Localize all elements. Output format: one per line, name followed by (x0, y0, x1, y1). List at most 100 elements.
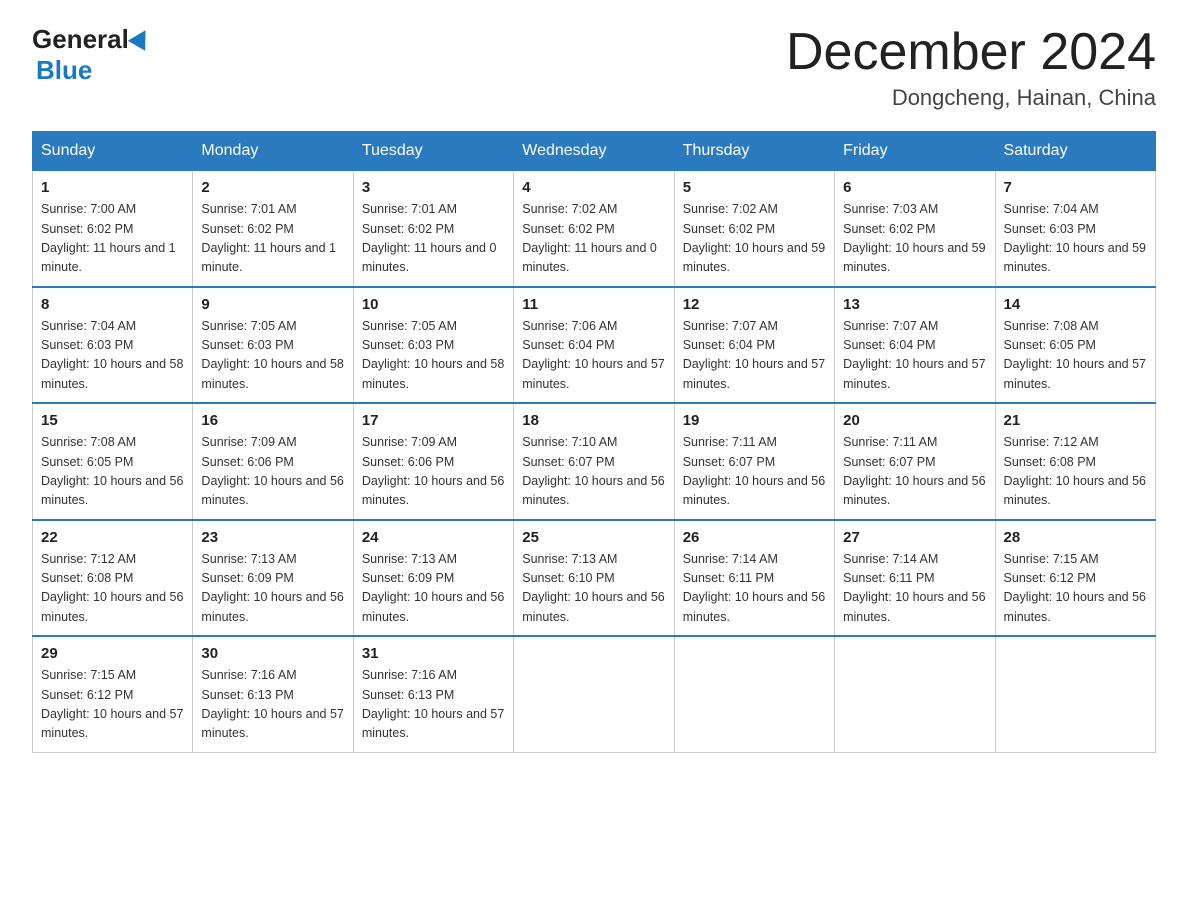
table-row: 3 Sunrise: 7:01 AM Sunset: 6:02 PM Dayli… (353, 171, 513, 287)
day-info: Sunrise: 7:13 AM Sunset: 6:09 PM Dayligh… (362, 550, 505, 628)
col-wednesday: Wednesday (514, 132, 674, 171)
day-info: Sunrise: 7:09 AM Sunset: 6:06 PM Dayligh… (201, 433, 344, 511)
table-row: 21 Sunrise: 7:12 AM Sunset: 6:08 PM Dayl… (995, 403, 1155, 520)
table-row: 12 Sunrise: 7:07 AM Sunset: 6:04 PM Dayl… (674, 287, 834, 404)
day-number: 9 (201, 296, 344, 313)
page-header: General Blue December 2024 Dongcheng, Ha… (32, 24, 1156, 111)
col-thursday: Thursday (674, 132, 834, 171)
day-number: 27 (843, 529, 986, 546)
table-row: 23 Sunrise: 7:13 AM Sunset: 6:09 PM Dayl… (193, 520, 353, 637)
table-row: 6 Sunrise: 7:03 AM Sunset: 6:02 PM Dayli… (835, 171, 995, 287)
day-number: 20 (843, 412, 986, 429)
table-row: 1 Sunrise: 7:00 AM Sunset: 6:02 PM Dayli… (33, 171, 193, 287)
table-row: 2 Sunrise: 7:01 AM Sunset: 6:02 PM Dayli… (193, 171, 353, 287)
calendar-week-row: 1 Sunrise: 7:00 AM Sunset: 6:02 PM Dayli… (33, 171, 1156, 287)
day-info: Sunrise: 7:05 AM Sunset: 6:03 PM Dayligh… (362, 317, 505, 395)
day-number: 31 (362, 645, 505, 662)
logo-blue: Blue (36, 55, 92, 85)
day-number: 3 (362, 179, 505, 196)
day-info: Sunrise: 7:16 AM Sunset: 6:13 PM Dayligh… (201, 666, 344, 744)
table-row: 30 Sunrise: 7:16 AM Sunset: 6:13 PM Dayl… (193, 636, 353, 752)
day-info: Sunrise: 7:07 AM Sunset: 6:04 PM Dayligh… (843, 317, 986, 395)
day-number: 12 (683, 296, 826, 313)
day-number: 28 (1004, 529, 1147, 546)
table-row: 16 Sunrise: 7:09 AM Sunset: 6:06 PM Dayl… (193, 403, 353, 520)
day-info: Sunrise: 7:05 AM Sunset: 6:03 PM Dayligh… (201, 317, 344, 395)
table-row: 18 Sunrise: 7:10 AM Sunset: 6:07 PM Dayl… (514, 403, 674, 520)
logo: General Blue (32, 24, 153, 86)
day-number: 1 (41, 179, 184, 196)
calendar-week-row: 8 Sunrise: 7:04 AM Sunset: 6:03 PM Dayli… (33, 287, 1156, 404)
day-info: Sunrise: 7:15 AM Sunset: 6:12 PM Dayligh… (1004, 550, 1147, 628)
table-row: 4 Sunrise: 7:02 AM Sunset: 6:02 PM Dayli… (514, 171, 674, 287)
table-row: 9 Sunrise: 7:05 AM Sunset: 6:03 PM Dayli… (193, 287, 353, 404)
location-title: Dongcheng, Hainan, China (786, 85, 1156, 111)
day-info: Sunrise: 7:09 AM Sunset: 6:06 PM Dayligh… (362, 433, 505, 511)
logo-general: General (32, 24, 129, 55)
day-number: 16 (201, 412, 344, 429)
col-saturday: Saturday (995, 132, 1155, 171)
table-row (835, 636, 995, 752)
day-number: 19 (683, 412, 826, 429)
table-row (514, 636, 674, 752)
table-row: 15 Sunrise: 7:08 AM Sunset: 6:05 PM Dayl… (33, 403, 193, 520)
calendar-week-row: 22 Sunrise: 7:12 AM Sunset: 6:08 PM Dayl… (33, 520, 1156, 637)
day-info: Sunrise: 7:13 AM Sunset: 6:09 PM Dayligh… (201, 550, 344, 628)
day-info: Sunrise: 7:08 AM Sunset: 6:05 PM Dayligh… (1004, 317, 1147, 395)
day-info: Sunrise: 7:10 AM Sunset: 6:07 PM Dayligh… (522, 433, 665, 511)
table-row: 8 Sunrise: 7:04 AM Sunset: 6:03 PM Dayli… (33, 287, 193, 404)
day-info: Sunrise: 7:11 AM Sunset: 6:07 PM Dayligh… (843, 433, 986, 511)
col-monday: Monday (193, 132, 353, 171)
day-number: 5 (683, 179, 826, 196)
table-row: 31 Sunrise: 7:16 AM Sunset: 6:13 PM Dayl… (353, 636, 513, 752)
table-row: 14 Sunrise: 7:08 AM Sunset: 6:05 PM Dayl… (995, 287, 1155, 404)
col-sunday: Sunday (33, 132, 193, 171)
day-info: Sunrise: 7:14 AM Sunset: 6:11 PM Dayligh… (683, 550, 826, 628)
table-row: 24 Sunrise: 7:13 AM Sunset: 6:09 PM Dayl… (353, 520, 513, 637)
day-number: 25 (522, 529, 665, 546)
header-row: Sunday Monday Tuesday Wednesday Thursday… (33, 132, 1156, 171)
day-number: 22 (41, 529, 184, 546)
table-row: 5 Sunrise: 7:02 AM Sunset: 6:02 PM Dayli… (674, 171, 834, 287)
day-info: Sunrise: 7:01 AM Sunset: 6:02 PM Dayligh… (362, 200, 505, 278)
table-row (995, 636, 1155, 752)
day-number: 2 (201, 179, 344, 196)
logo-triangle-icon (128, 25, 154, 51)
title-area: December 2024 Dongcheng, Hainan, China (786, 24, 1156, 111)
day-number: 7 (1004, 179, 1147, 196)
table-row: 11 Sunrise: 7:06 AM Sunset: 6:04 PM Dayl… (514, 287, 674, 404)
table-row: 28 Sunrise: 7:15 AM Sunset: 6:12 PM Dayl… (995, 520, 1155, 637)
table-row: 27 Sunrise: 7:14 AM Sunset: 6:11 PM Dayl… (835, 520, 995, 637)
day-number: 13 (843, 296, 986, 313)
day-number: 24 (362, 529, 505, 546)
day-info: Sunrise: 7:08 AM Sunset: 6:05 PM Dayligh… (41, 433, 184, 511)
day-number: 23 (201, 529, 344, 546)
table-row: 22 Sunrise: 7:12 AM Sunset: 6:08 PM Dayl… (33, 520, 193, 637)
day-info: Sunrise: 7:04 AM Sunset: 6:03 PM Dayligh… (1004, 200, 1147, 278)
day-info: Sunrise: 7:02 AM Sunset: 6:02 PM Dayligh… (522, 200, 665, 278)
day-number: 6 (843, 179, 986, 196)
day-info: Sunrise: 7:06 AM Sunset: 6:04 PM Dayligh… (522, 317, 665, 395)
day-number: 26 (683, 529, 826, 546)
day-info: Sunrise: 7:13 AM Sunset: 6:10 PM Dayligh… (522, 550, 665, 628)
day-number: 11 (522, 296, 665, 313)
day-info: Sunrise: 7:11 AM Sunset: 6:07 PM Dayligh… (683, 433, 826, 511)
table-row: 7 Sunrise: 7:04 AM Sunset: 6:03 PM Dayli… (995, 171, 1155, 287)
calendar-table: Sunday Monday Tuesday Wednesday Thursday… (32, 131, 1156, 753)
day-info: Sunrise: 7:03 AM Sunset: 6:02 PM Dayligh… (843, 200, 986, 278)
table-row: 17 Sunrise: 7:09 AM Sunset: 6:06 PM Dayl… (353, 403, 513, 520)
table-row (674, 636, 834, 752)
day-number: 29 (41, 645, 184, 662)
table-row: 13 Sunrise: 7:07 AM Sunset: 6:04 PM Dayl… (835, 287, 995, 404)
col-tuesday: Tuesday (353, 132, 513, 171)
calendar-week-row: 29 Sunrise: 7:15 AM Sunset: 6:12 PM Dayl… (33, 636, 1156, 752)
day-info: Sunrise: 7:12 AM Sunset: 6:08 PM Dayligh… (1004, 433, 1147, 511)
day-info: Sunrise: 7:07 AM Sunset: 6:04 PM Dayligh… (683, 317, 826, 395)
day-number: 21 (1004, 412, 1147, 429)
day-number: 18 (522, 412, 665, 429)
month-title: December 2024 (786, 24, 1156, 81)
day-info: Sunrise: 7:12 AM Sunset: 6:08 PM Dayligh… (41, 550, 184, 628)
table-row: 10 Sunrise: 7:05 AM Sunset: 6:03 PM Dayl… (353, 287, 513, 404)
logo-text: General (32, 24, 153, 55)
col-friday: Friday (835, 132, 995, 171)
